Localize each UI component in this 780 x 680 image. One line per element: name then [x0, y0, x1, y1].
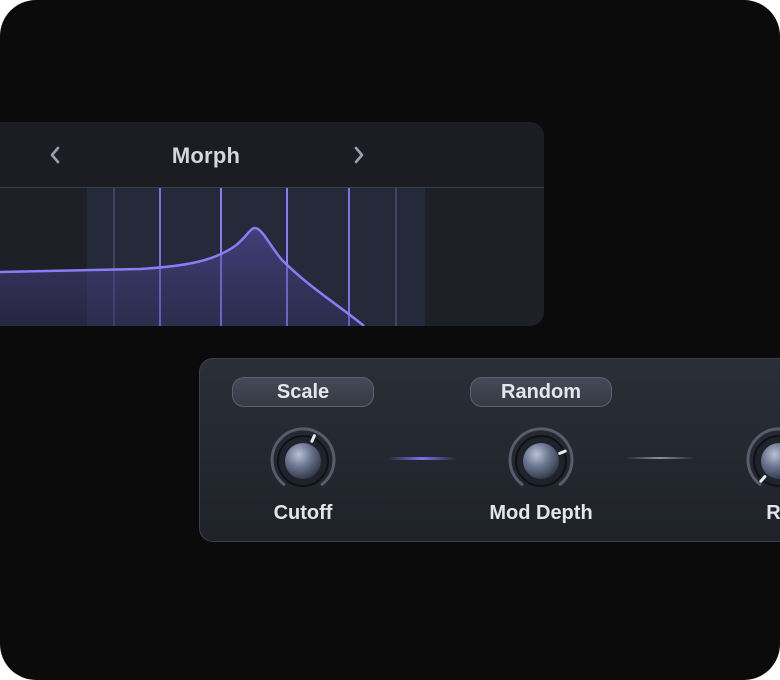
preset-selector: Morph: [0, 122, 544, 188]
knob-cap: [285, 443, 321, 479]
mod-link-inactive: [625, 457, 695, 459]
modulation-panel: Scale Cutoff Random Mod Depth R: [199, 358, 780, 542]
scale-mode-button[interactable]: Scale: [232, 377, 374, 407]
knob-indicator: [558, 449, 567, 455]
mod-depth-knob[interactable]: [499, 419, 583, 503]
mod-link-active: [387, 457, 457, 460]
next-preset-button[interactable]: [345, 140, 373, 170]
filter-panel: Morph: [0, 122, 544, 326]
mod-depth-label: Mod Depth: [489, 502, 593, 524]
preset-name[interactable]: Morph: [106, 143, 306, 169]
rate-knob[interactable]: [737, 419, 780, 503]
cutoff-label: Cutoff: [273, 502, 333, 524]
prev-preset-button[interactable]: [41, 140, 69, 170]
filter-response-graph[interactable]: [0, 188, 544, 326]
app-window: Morph Scale Cutoff Random Mod Depth R: [0, 0, 780, 680]
knob-cap: [523, 443, 559, 479]
chevron-right-icon: [354, 146, 364, 164]
cutoff-knob[interactable]: [261, 419, 345, 503]
chevron-left-icon: [50, 146, 60, 164]
rate-label: Ra: [766, 502, 780, 524]
random-mode-button[interactable]: Random: [470, 377, 612, 407]
